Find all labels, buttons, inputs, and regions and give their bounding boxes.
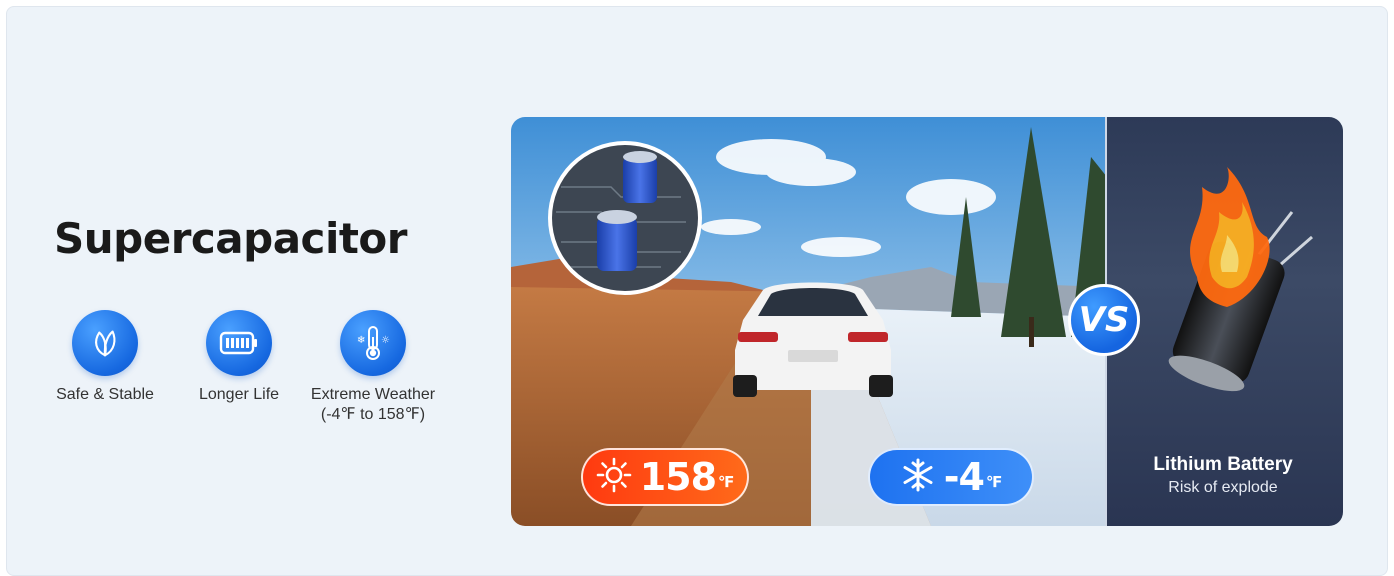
hot-temperature-unit: ℉ <box>718 474 735 491</box>
sun-icon <box>596 457 632 498</box>
car <box>733 282 893 397</box>
svg-text:☼: ☼ <box>381 335 390 346</box>
hot-temperature-badge: 158 ℉ <box>581 448 749 506</box>
capacitor-inset <box>548 141 702 295</box>
feature-extreme-weather: ❄ ☼ Extreme Weather (-4℉ to 158℉) <box>293 310 453 425</box>
leaf-icon <box>72 310 138 376</box>
svg-text:❄: ❄ <box>357 335 365 346</box>
hot-temperature-value: 158 <box>639 455 717 499</box>
lithium-battery-subtitle: Risk of explode <box>1168 479 1278 496</box>
lithium-battery-title: Lithium Battery <box>1153 454 1293 475</box>
page-title: Supercapacitor <box>54 214 408 263</box>
feature-label: Extreme Weather <box>310 386 436 403</box>
cold-temperature-badge: -4 ℉ <box>868 448 1034 506</box>
cold-temperature-unit: ℉ <box>985 474 1003 491</box>
thermometer-icon: ❄ ☼ <box>340 310 406 376</box>
cold-temperature-value: -4 <box>943 455 985 499</box>
battery-icon <box>206 310 272 376</box>
snowflake-icon <box>900 457 936 498</box>
feature-sublabel: (-4℉ to 158℉) <box>320 406 426 423</box>
vs-badge: VS <box>1068 284 1140 356</box>
